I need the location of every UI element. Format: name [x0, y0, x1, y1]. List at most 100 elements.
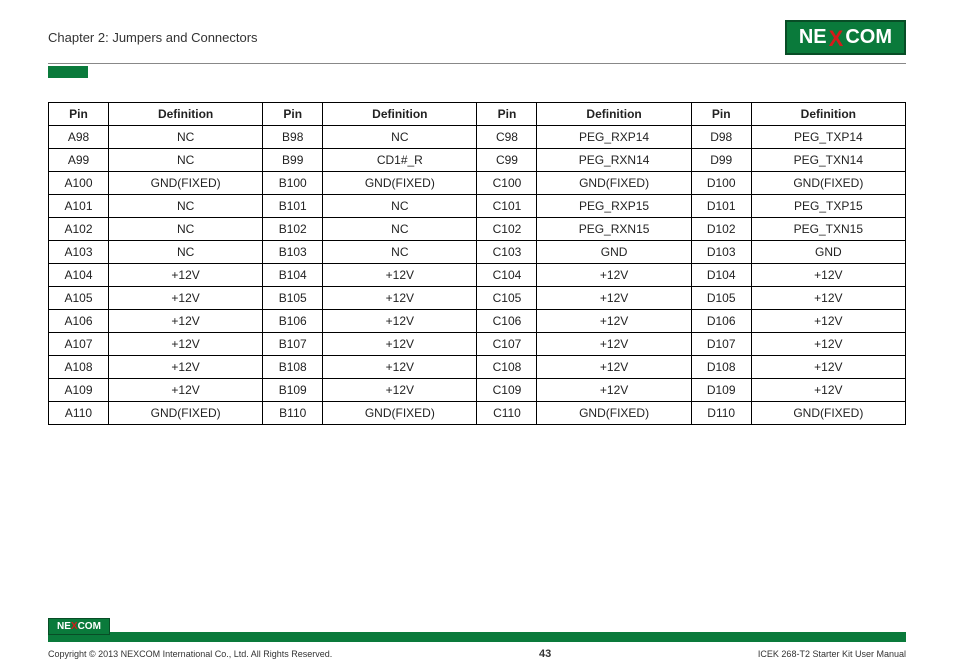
table-row: A108+12VB108+12VC108+12VD108+12V — [49, 356, 906, 379]
pin-cell: D99 — [691, 149, 751, 172]
pin-cell: B106 — [263, 310, 323, 333]
definition-cell: +12V — [751, 264, 905, 287]
definition-cell: PEG_RXN15 — [537, 218, 691, 241]
pin-cell: C104 — [477, 264, 537, 287]
definition-cell: +12V — [751, 356, 905, 379]
pin-cell: A102 — [49, 218, 109, 241]
section-tab-stub — [48, 66, 88, 78]
header-rule — [48, 63, 906, 64]
brand-logo: NEXCOM — [785, 20, 906, 55]
pin-cell: C99 — [477, 149, 537, 172]
pin-cell: B107 — [263, 333, 323, 356]
table-row: A110GND(FIXED)B110GND(FIXED)C110GND(FIXE… — [49, 402, 906, 425]
pin-cell: B110 — [263, 402, 323, 425]
table-row: A107+12VB107+12VC107+12VD107+12V — [49, 333, 906, 356]
pin-cell: B109 — [263, 379, 323, 402]
definition-cell: PEG_TXN15 — [751, 218, 905, 241]
definition-cell: +12V — [751, 379, 905, 402]
definition-cell: PEG_RXP15 — [537, 195, 691, 218]
pin-cell: A99 — [49, 149, 109, 172]
definition-cell: CD1#_R — [323, 149, 477, 172]
pin-cell: B108 — [263, 356, 323, 379]
definition-cell: +12V — [537, 310, 691, 333]
col-header-definition: Definition — [751, 103, 905, 126]
pin-cell: D109 — [691, 379, 751, 402]
pin-definition-table: PinDefinitionPinDefinitionPinDefinitionP… — [48, 102, 906, 425]
pin-cell: C109 — [477, 379, 537, 402]
col-header-definition: Definition — [108, 103, 262, 126]
definition-cell: +12V — [537, 356, 691, 379]
pin-cell: A109 — [49, 379, 109, 402]
pin-cell: B105 — [263, 287, 323, 310]
footer-bar: NEXCOM — [48, 632, 906, 642]
definition-cell: PEG_TXP15 — [751, 195, 905, 218]
definition-cell: +12V — [323, 287, 477, 310]
pin-cell: B101 — [263, 195, 323, 218]
footer-brand-logo: NEXCOM — [48, 618, 110, 635]
definition-cell: +12V — [323, 379, 477, 402]
definition-cell: +12V — [323, 264, 477, 287]
page-number: 43 — [539, 648, 551, 660]
definition-cell: GND(FIXED) — [323, 402, 477, 425]
definition-cell: +12V — [537, 379, 691, 402]
table-row: A102NCB102NCC102PEG_RXN15D102PEG_TXN15 — [49, 218, 906, 241]
footer-brand-post: COM — [78, 621, 101, 632]
brand-pre: NE — [799, 26, 827, 49]
definition-cell: +12V — [108, 333, 262, 356]
definition-cell: GND(FIXED) — [108, 402, 262, 425]
definition-cell: +12V — [537, 287, 691, 310]
definition-cell: +12V — [108, 310, 262, 333]
table-row: A106+12VB106+12VC106+12VD106+12V — [49, 310, 906, 333]
pin-cell: B99 — [263, 149, 323, 172]
definition-cell: NC — [323, 218, 477, 241]
definition-cell: GND(FIXED) — [108, 172, 262, 195]
definition-cell: NC — [108, 195, 262, 218]
pin-cell: D104 — [691, 264, 751, 287]
definition-cell: +12V — [751, 310, 905, 333]
pin-cell: D105 — [691, 287, 751, 310]
pin-cell: D100 — [691, 172, 751, 195]
definition-cell: GND(FIXED) — [751, 172, 905, 195]
pin-cell: A105 — [49, 287, 109, 310]
table-row: A100GND(FIXED)B100GND(FIXED)C100GND(FIXE… — [49, 172, 906, 195]
definition-cell: GND — [537, 241, 691, 264]
pin-cell: B100 — [263, 172, 323, 195]
pin-cell: D106 — [691, 310, 751, 333]
pin-cell: B104 — [263, 264, 323, 287]
definition-cell: PEG_TXP14 — [751, 126, 905, 149]
definition-cell: +12V — [108, 287, 262, 310]
pin-cell: A107 — [49, 333, 109, 356]
definition-cell: +12V — [323, 333, 477, 356]
table-row: A101NCB101NCC101PEG_RXP15D101PEG_TXP15 — [49, 195, 906, 218]
chapter-title: Chapter 2: Jumpers and Connectors — [48, 30, 258, 45]
definition-cell: +12V — [537, 264, 691, 287]
col-header-pin: Pin — [477, 103, 537, 126]
col-header-definition: Definition — [537, 103, 691, 126]
col-header-pin: Pin — [691, 103, 751, 126]
pin-cell: B103 — [263, 241, 323, 264]
table-row: A109+12VB109+12VC109+12VD109+12V — [49, 379, 906, 402]
pin-cell: C105 — [477, 287, 537, 310]
pin-cell: A108 — [49, 356, 109, 379]
pin-cell: C107 — [477, 333, 537, 356]
definition-cell: PEG_RXP14 — [537, 126, 691, 149]
definition-cell: +12V — [108, 356, 262, 379]
pin-cell: D101 — [691, 195, 751, 218]
definition-cell: +12V — [108, 264, 262, 287]
pin-cell: C106 — [477, 310, 537, 333]
pin-cell: C108 — [477, 356, 537, 379]
table-row: A104+12VB104+12VC104+12VD104+12V — [49, 264, 906, 287]
pin-cell: D103 — [691, 241, 751, 264]
col-header-definition: Definition — [323, 103, 477, 126]
pin-cell: D107 — [691, 333, 751, 356]
pin-cell: A100 — [49, 172, 109, 195]
pin-cell: B102 — [263, 218, 323, 241]
definition-cell: GND(FIXED) — [537, 172, 691, 195]
definition-cell: GND(FIXED) — [537, 402, 691, 425]
brand-post: COM — [845, 26, 892, 49]
pin-cell: C98 — [477, 126, 537, 149]
col-header-pin: Pin — [49, 103, 109, 126]
footer-brand-pre: NE — [57, 621, 71, 632]
definition-cell: NC — [108, 126, 262, 149]
table-row: A98NCB98NCC98PEG_RXP14D98PEG_TXP14 — [49, 126, 906, 149]
